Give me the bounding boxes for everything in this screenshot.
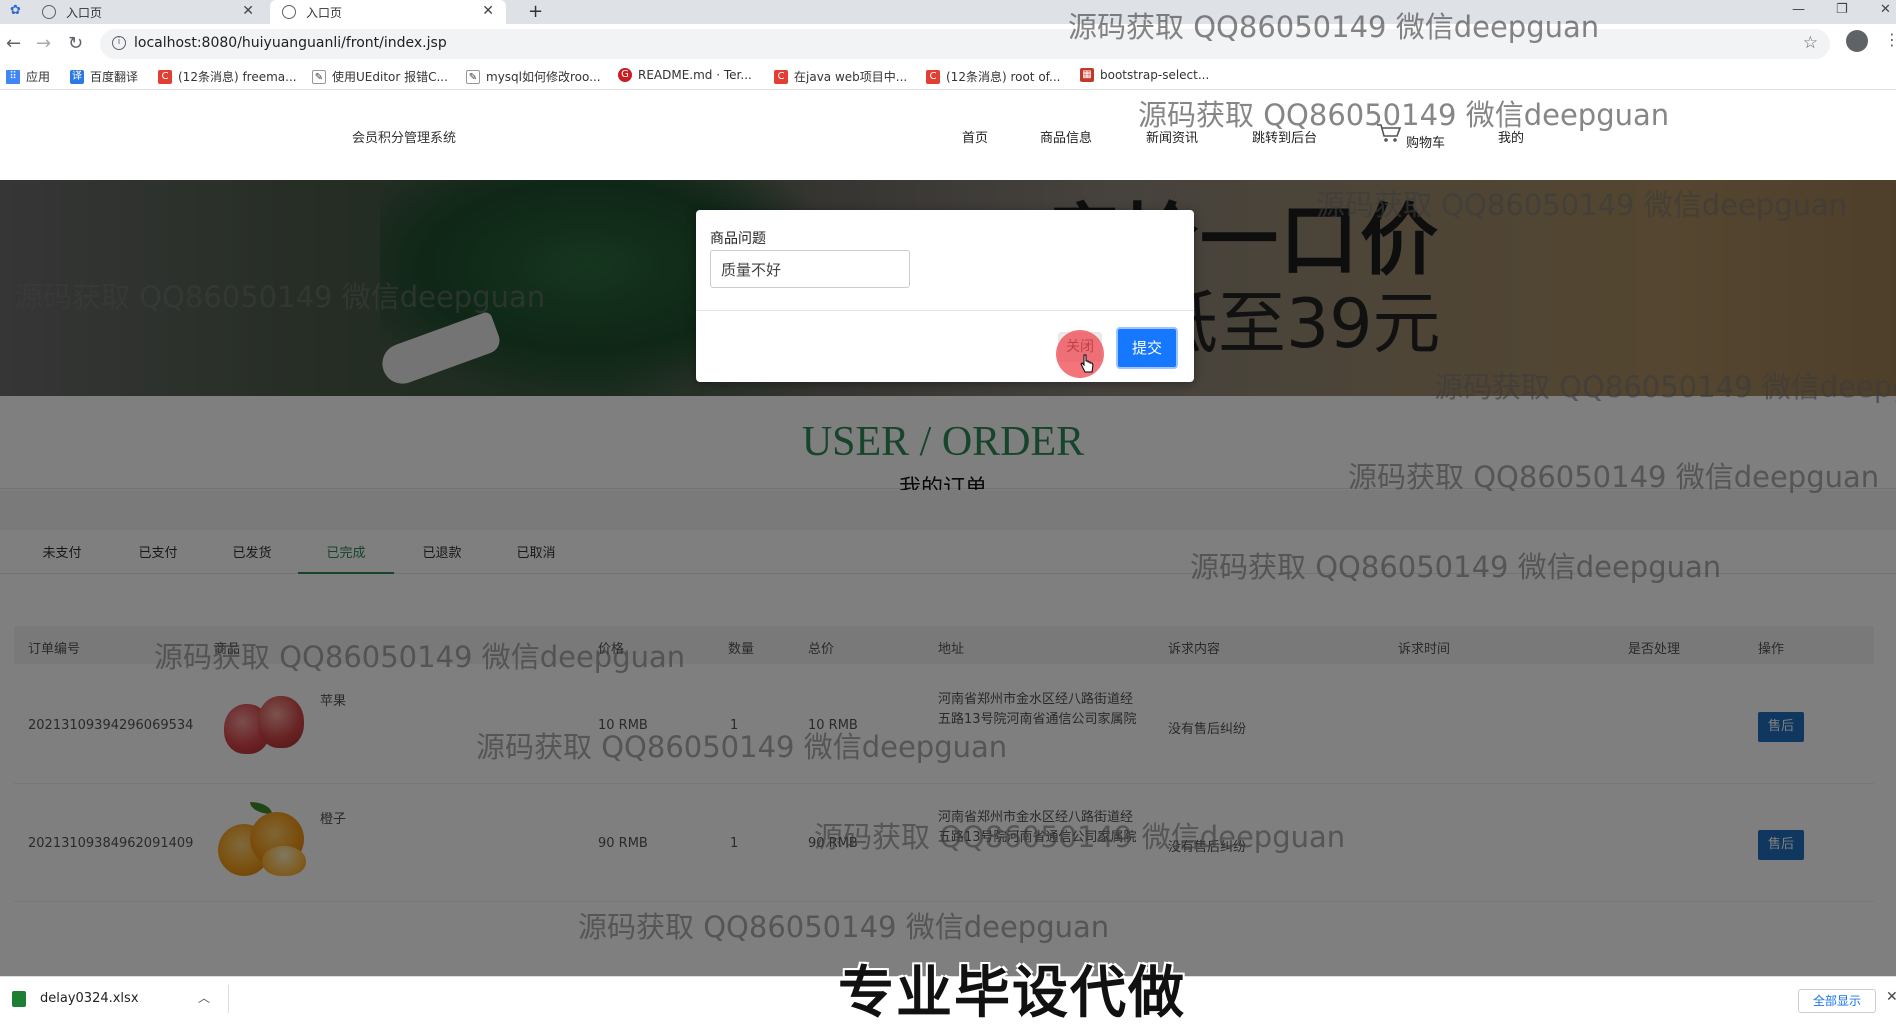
- chevron-up-icon[interactable]: ︿: [198, 989, 210, 1006]
- watermark: 源码获取 QQ86050149 微信deepguan: [1190, 550, 1722, 584]
- product-issue-label: 商品问题: [710, 231, 766, 247]
- site-name[interactable]: 会员积分管理系统: [352, 127, 456, 146]
- bookmark-csdn-2[interactable]: C (12条消息) root of...: [926, 68, 1060, 85]
- bookmark-star-icon[interactable]: ☆: [1803, 33, 1818, 53]
- browser-tab-2[interactable]: 入口页 ✕: [270, 0, 506, 24]
- window-close-icon[interactable]: ✕: [1880, 2, 1891, 17]
- page-icon: ✎: [312, 69, 326, 84]
- bookmark-label: (12条消息) freema...: [178, 70, 297, 84]
- bookmark-java-web[interactable]: C 在java web项目中...: [774, 68, 907, 85]
- site-info-icon[interactable]: i: [112, 36, 126, 50]
- bookmark-ueditor[interactable]: ✎ 使用UEditor 报错C...: [312, 68, 448, 85]
- bookmark-label: 使用UEditor 报错C...: [332, 70, 448, 84]
- baidu-translate-icon: 译: [70, 69, 84, 84]
- account-avatar-icon[interactable]: [1846, 30, 1868, 52]
- back-icon[interactable]: ←: [6, 33, 21, 54]
- watermark: 源码获取 QQ86050149 微信deepguan: [1434, 370, 1896, 404]
- bookmark-label: mysql如何修改roo...: [486, 70, 601, 84]
- product-issue-input[interactable]: [710, 250, 910, 288]
- reload-icon[interactable]: ↻: [68, 33, 83, 54]
- watermark: 源码获取 QQ86050149 微信deepguan: [1348, 460, 1880, 494]
- close-download-bar-icon[interactable]: ✕: [1886, 989, 1896, 1005]
- baidu-paw-icon[interactable]: ✿: [10, 3, 21, 18]
- bookmark-label: bootstrap-select...: [1100, 68, 1210, 82]
- bookmark-label: 在java web项目中...: [794, 70, 908, 84]
- watermark: 源码获取 QQ86050149 微信deepguan: [578, 910, 1110, 944]
- restore-icon[interactable]: ❐: [1836, 2, 1848, 17]
- nav-home[interactable]: 首页: [962, 127, 988, 146]
- bookmark-apps[interactable]: ⠿ 应用: [6, 68, 50, 85]
- site-icon: ▦: [1080, 68, 1094, 82]
- new-tab-icon[interactable]: +: [528, 1, 543, 22]
- bookmark-label: README.md · Ter...: [638, 68, 752, 82]
- bookmark-mysql[interactable]: ✎ mysql如何修改roo...: [466, 68, 601, 85]
- bookmarks-bar: ⠿ 应用 译 百度翻译 C (12条消息) freema... ✎ 使用UEdi…: [0, 64, 1896, 90]
- nav-products[interactable]: 商品信息: [1040, 127, 1092, 146]
- watermark: 源码获取 QQ86050149 微信deepguan: [1138, 98, 1670, 132]
- globe-icon: [42, 5, 56, 19]
- close-tab-icon[interactable]: ✕: [242, 3, 254, 19]
- minimize-icon[interactable]: —: [1792, 2, 1805, 17]
- divider: [696, 310, 1194, 311]
- bookmark-label: 百度翻译: [90, 70, 139, 84]
- close-tab-icon[interactable]: ✕: [482, 3, 494, 19]
- bookmark-readme[interactable]: G README.md · Ter...: [618, 68, 752, 82]
- tab-title: 入口页: [306, 5, 343, 20]
- excel-file-icon: [12, 991, 26, 1007]
- hand-cursor-icon: [1080, 354, 1094, 373]
- watermark: 源码获取 QQ86050149 微信deepguan: [14, 280, 546, 314]
- watermark: 源码获取 QQ86050149 微信deepguan: [814, 820, 1346, 854]
- watermark: 源码获取 QQ86050149 微信deepguan: [1068, 10, 1600, 44]
- after-sale-modal: 商品问题 关闭 提交: [696, 210, 1194, 382]
- watermark: 源码获取 QQ86050149 微信deepguan: [476, 730, 1008, 764]
- watermark: 源码获取 QQ86050149 微信deepguan: [1316, 188, 1848, 222]
- browser-tab-strip: ✿ 入口页 ✕ 入口页 ✕ + — ❐ ✕: [0, 0, 1896, 24]
- bookmark-label: (12条消息) root of...: [946, 70, 1061, 84]
- gitee-icon: G: [618, 68, 632, 82]
- csdn-icon: C: [158, 69, 172, 84]
- page-icon: ✎: [466, 69, 480, 84]
- watermark: 源码获取 QQ86050149 微信deepguan: [154, 640, 686, 674]
- show-all-downloads-button[interactable]: 全部显示: [1798, 989, 1876, 1013]
- bookmark-bootstrap-select[interactable]: ▦ bootstrap-select...: [1080, 68, 1209, 82]
- globe-icon: [282, 5, 296, 19]
- csdn-icon: C: [774, 69, 788, 84]
- divider: [228, 985, 229, 1013]
- download-filename[interactable]: delay0324.xlsx: [40, 991, 139, 1006]
- nav-cart[interactable]: 购物车: [1406, 132, 1445, 151]
- bookmark-baidu-translate[interactable]: 译 百度翻译: [70, 68, 138, 85]
- forward-icon[interactable]: →: [36, 33, 51, 54]
- browser-tab-1[interactable]: 入口页 ✕: [30, 0, 266, 24]
- submit-button[interactable]: 提交: [1116, 327, 1178, 369]
- url-text[interactable]: localhost:8080/huiyuanguanli/front/index…: [134, 35, 447, 51]
- apps-icon: ⠿: [6, 69, 20, 84]
- bookmark-label: 应用: [26, 70, 51, 84]
- csdn-icon: C: [926, 69, 940, 84]
- browser-toolbar: ← → ↻ i localhost:8080/huiyuanguanli/fro…: [0, 24, 1896, 64]
- bookmark-csdn-1[interactable]: C (12条消息) freema...: [158, 68, 297, 85]
- tab-title: 入口页: [66, 5, 103, 20]
- browser-menu-icon[interactable]: ⋮: [1884, 30, 1896, 49]
- video-caption: 专业毕设代做: [838, 961, 1186, 1026]
